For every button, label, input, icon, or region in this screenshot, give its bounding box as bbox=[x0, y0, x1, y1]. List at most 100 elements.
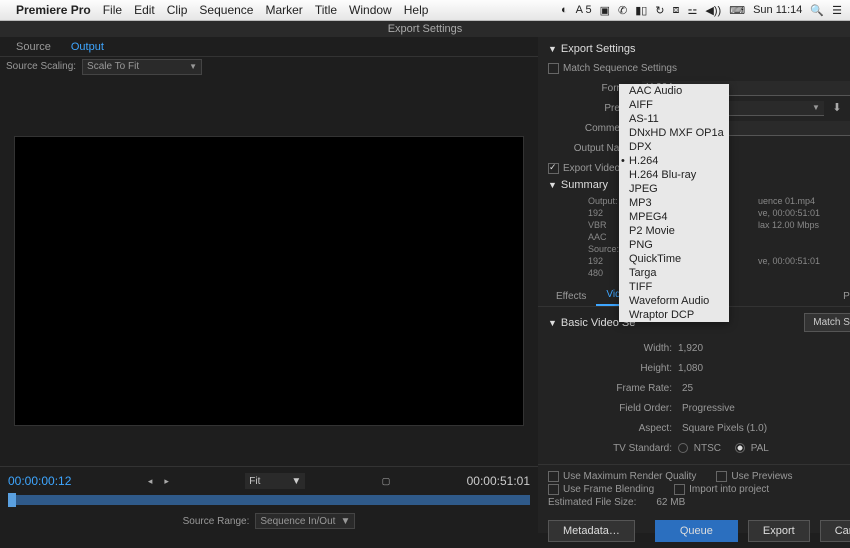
tab-effects[interactable]: Effects bbox=[546, 287, 596, 306]
queue-button[interactable]: Queue bbox=[655, 520, 738, 542]
est-size-label: Estimated File Size: bbox=[548, 497, 636, 508]
disclosure-triangle-icon: ▼ bbox=[548, 318, 557, 328]
frame-blend-checkbox[interactable] bbox=[548, 484, 559, 495]
framerate-label: Frame Rate: bbox=[548, 383, 678, 394]
pal-label: PAL bbox=[751, 443, 769, 454]
menu-help[interactable]: Help bbox=[404, 3, 429, 17]
menu-marker[interactable]: Marker bbox=[265, 3, 302, 17]
tab-source[interactable]: Source bbox=[6, 41, 61, 53]
timecode-in[interactable]: 00:00:00:12 bbox=[8, 474, 71, 488]
mac-menu-bar: Premiere Pro File Edit Clip Sequence Mar… bbox=[0, 0, 850, 21]
source-scaling-label: Source Scaling: bbox=[6, 61, 76, 72]
menu-sequence[interactable]: Sequence bbox=[199, 3, 253, 17]
fieldorder-dropdown[interactable]: Progressive▾ bbox=[678, 401, 850, 416]
format-option[interactable]: Wraptor DCP bbox=[619, 308, 729, 322]
chevron-down-icon: ▼ bbox=[291, 476, 301, 487]
chevron-down-icon: ▼ bbox=[340, 516, 350, 527]
format-option[interactable]: TIFF bbox=[619, 280, 729, 294]
window-title: Export Settings bbox=[0, 21, 850, 37]
source-range-dropdown[interactable]: Sequence In/Out▼ bbox=[255, 513, 355, 529]
max-render-label: Use Maximum Render Quality bbox=[563, 471, 696, 482]
preview-video[interactable] bbox=[14, 136, 524, 426]
export-video-checkbox[interactable] bbox=[548, 163, 559, 174]
metadata-button[interactable]: Metadata… bbox=[548, 520, 635, 542]
volume-icon[interactable]: ◀)) bbox=[705, 4, 721, 17]
pal-radio[interactable] bbox=[735, 443, 745, 453]
cc-icon[interactable]: ◐ bbox=[561, 4, 568, 16]
format-option[interactable]: AAC Audio bbox=[619, 84, 729, 98]
ntsc-label: NTSC bbox=[694, 443, 721, 454]
format-option[interactable]: JPEG bbox=[619, 182, 729, 196]
height-value[interactable]: 1,080 bbox=[678, 363, 850, 374]
export-button[interactable]: Export bbox=[748, 520, 810, 542]
est-size-value: 62 MB bbox=[656, 497, 685, 508]
source-scaling-dropdown[interactable]: Scale To Fit▼ bbox=[82, 59, 202, 75]
menu-icon[interactable]: ☰ bbox=[832, 4, 842, 17]
max-render-checkbox[interactable] bbox=[548, 471, 559, 482]
width-value[interactable]: 1,920 bbox=[678, 343, 850, 354]
aspect-label: Aspect: bbox=[548, 423, 678, 434]
timeline-slider[interactable] bbox=[8, 495, 530, 505]
timecode-out: 00:00:51:01 bbox=[467, 474, 530, 488]
export-video-label: Export Video bbox=[563, 163, 620, 174]
wifi-icon[interactable]: ⚍ bbox=[688, 4, 698, 17]
camera-icon[interactable]: ▣ bbox=[600, 4, 610, 17]
format-option[interactable]: DNxHD MXF OP1a bbox=[619, 126, 729, 140]
menu-clip[interactable]: Clip bbox=[167, 3, 188, 17]
phone-icon[interactable]: ✆ bbox=[618, 4, 627, 17]
notif-icon[interactable]: A 5 bbox=[576, 4, 592, 16]
dropbox-icon[interactable]: ⧈ bbox=[673, 4, 680, 17]
cancel-button[interactable]: Cancel bbox=[820, 520, 850, 542]
disclosure-triangle-icon: ▼ bbox=[548, 44, 557, 54]
input-icon[interactable]: ⌨ bbox=[729, 4, 745, 17]
sync-icon[interactable]: ↻ bbox=[655, 4, 664, 17]
tab-output[interactable]: Output bbox=[61, 41, 114, 53]
fieldorder-label: Field Order: bbox=[548, 403, 678, 414]
export-settings-header[interactable]: ▼ Export Settings bbox=[548, 43, 850, 55]
preview-area bbox=[0, 76, 538, 466]
format-option-selected[interactable]: H.264 bbox=[619, 154, 729, 168]
format-option[interactable]: AS-11 bbox=[619, 112, 729, 126]
format-option[interactable]: P2 Movie bbox=[619, 224, 729, 238]
menu-file[interactable]: File bbox=[103, 3, 122, 17]
chevron-down-icon: ▼ bbox=[189, 62, 197, 71]
import-project-label: Import into project bbox=[689, 484, 769, 495]
use-previews-label: Use Previews bbox=[731, 471, 792, 482]
import-project-checkbox[interactable] bbox=[674, 484, 685, 495]
format-option[interactable]: Targa bbox=[619, 266, 729, 280]
menu-window[interactable]: Window bbox=[349, 3, 392, 17]
aspect-dropdown[interactable]: Square Pixels (1.0)▾ bbox=[678, 421, 850, 436]
format-option[interactable]: AIFF bbox=[619, 98, 729, 112]
format-option[interactable]: H.264 Blu-ray bbox=[619, 168, 729, 182]
use-previews-checkbox[interactable] bbox=[716, 471, 727, 482]
format-option[interactable]: QuickTime bbox=[619, 252, 729, 266]
step-fwd-icon[interactable]: ▸ bbox=[164, 476, 169, 487]
clock[interactable]: Sun 11:14 bbox=[753, 4, 802, 16]
status-icons: ◐ A 5 ▣ ✆ ▮▯ ↻ ⧈ ⚍ ◀)) ⌨ Sun 11:14 🔍 ☰ bbox=[561, 4, 842, 17]
format-option[interactable]: DPX bbox=[619, 140, 729, 154]
menu-edit[interactable]: Edit bbox=[134, 3, 155, 17]
match-sequence-checkbox[interactable] bbox=[548, 63, 559, 74]
format-option[interactable]: PNG bbox=[619, 238, 729, 252]
tab-publish[interactable]: Publish bbox=[833, 287, 850, 306]
width-label: Width: bbox=[548, 343, 678, 354]
zoom-fit-dropdown[interactable]: Fit▼ bbox=[245, 473, 305, 489]
app-menu[interactable]: Premiere Pro bbox=[16, 3, 91, 17]
step-back-icon[interactable]: ◂ bbox=[148, 476, 153, 487]
menu-title[interactable]: Title bbox=[315, 3, 337, 17]
format-option[interactable]: MP3 bbox=[619, 196, 729, 210]
battery-icon[interactable]: ▮▯ bbox=[635, 4, 647, 17]
save-preset-icon[interactable]: ⬇ bbox=[830, 101, 844, 115]
disclosure-triangle-icon: ▼ bbox=[548, 180, 557, 190]
preview-tabs: Source Output bbox=[0, 37, 538, 57]
format-option[interactable]: MPEG4 bbox=[619, 210, 729, 224]
search-icon[interactable]: 🔍 bbox=[810, 4, 824, 17]
framerate-dropdown[interactable]: 25▾ bbox=[678, 381, 850, 396]
format-option[interactable]: Waveform Audio bbox=[619, 294, 729, 308]
height-label: Height: bbox=[548, 363, 678, 374]
match-source-button[interactable]: Match Source bbox=[804, 313, 850, 332]
crop-icon[interactable]: ▢ bbox=[382, 476, 391, 487]
playhead-handle[interactable] bbox=[8, 493, 16, 507]
format-dropdown-menu[interactable]: AAC Audio AIFF AS-11 DNxHD MXF OP1a DPX … bbox=[619, 84, 729, 322]
ntsc-radio[interactable] bbox=[678, 443, 688, 453]
